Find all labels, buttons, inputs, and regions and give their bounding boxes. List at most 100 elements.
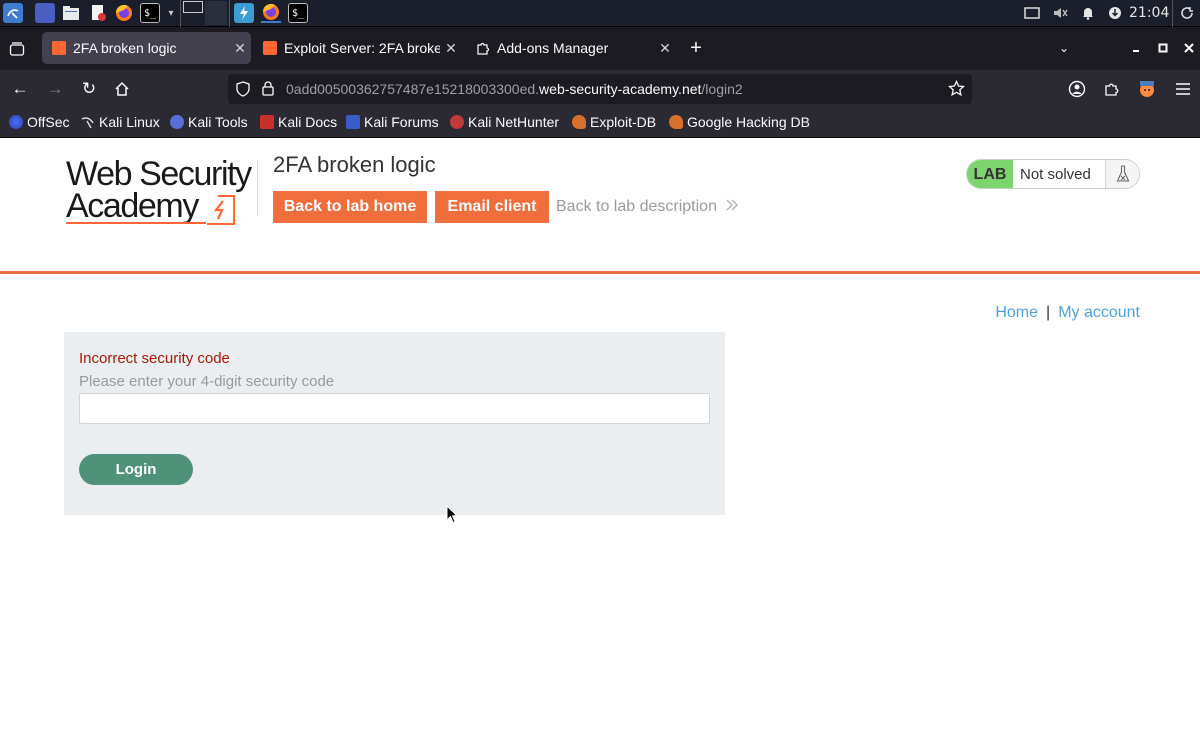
kali-menu-icon[interactable] [3,3,23,23]
security-code-label: Please enter your 4-digit security code [79,373,335,390]
exploit-db-icon [572,115,586,129]
volume-muted-icon[interactable] [1050,3,1070,23]
kali-dragon-icon [81,115,95,129]
tab-list-icon[interactable] [6,38,28,60]
back-arrow-icon[interactable]: ← [9,78,31,100]
lock-icon[interactable] [261,80,275,101]
notification-bell-icon[interactable] [1078,3,1098,23]
tab-overflow-chevron-icon[interactable]: ⌄ [1053,37,1075,59]
url-subdomain: 0add00500362757487e15218003300ed. [286,81,540,97]
kali-forums-icon [346,115,360,129]
burp-extension-icon[interactable] [1136,78,1158,100]
display-icon[interactable] [1022,3,1042,23]
chevron-down-icon[interactable]: ▾ [161,3,181,23]
security-code-input[interactable] [79,393,710,424]
offsec-icon [9,115,23,129]
bookmark-star-icon[interactable] [947,79,966,102]
terminal-window-icon[interactable]: $_ [288,3,308,23]
bookmark-kali-forums[interactable]: Kali Forums [346,114,439,130]
os-taskbar: $_ ▾ $_ 21:04 [0,0,1200,27]
bookmark-label: Kali Docs [278,114,338,130]
bookmark-exploit-db[interactable]: Exploit-DB [572,114,656,130]
tab-exploit-server[interactable]: Exploit Server: 2FA broken logic ✕ [253,32,462,64]
kali-docs-icon [260,115,274,129]
taskbar-divider [229,0,230,27]
bookmark-kali-linux[interactable]: Kali Linux [81,114,160,130]
bookmark-label: Kali Linux [99,114,160,130]
login-button[interactable]: Login [79,454,193,485]
text-editor-icon[interactable] [88,3,108,23]
tab-2fa-broken-logic[interactable]: 2FA broken logic ✕ [42,32,251,64]
lab-status-text: Not solved [1013,160,1105,188]
tracking-protection-shield-icon[interactable] [236,81,250,102]
bookmark-label: OffSec [27,114,70,130]
bookmark-kali-nethunter[interactable]: Kali NetHunter [450,114,559,130]
taskbar-divider [180,0,181,27]
bookmark-label: Kali Tools [188,114,248,130]
lab-status-widget: LAB Not solved [966,159,1140,189]
lab-tag: LAB [967,160,1013,188]
lab-title: 2FA broken logic [273,152,436,177]
workspace-1-icon[interactable] [183,1,203,13]
file-manager-icon[interactable] [61,3,81,23]
header-divider [257,160,258,216]
extensions-puzzle-icon[interactable] [1101,78,1123,100]
email-client-button[interactable]: Email client [435,191,549,223]
close-icon[interactable]: ✕ [440,40,462,57]
close-icon[interactable]: ✕ [654,40,676,57]
browser-tab-strip: 2FA broken logic ✕ Exploit Server: 2FA b… [0,27,1200,70]
bookmarks-toolbar: OffSec Kali Linux Kali Tools Kali Docs K… [0,108,1200,138]
error-message: Incorrect security code [79,350,230,367]
new-tab-plus-icon[interactable]: + [685,37,707,59]
account-circle-icon[interactable] [1066,78,1088,100]
kali-tools-icon [170,115,184,129]
account-navigation: Home | My account [995,304,1140,322]
back-to-lab-home-button[interactable]: Back to lab home [273,191,427,223]
firefox-icon[interactable] [114,3,134,23]
desktop-icon[interactable] [35,3,55,23]
url-host: web-security-academy.net [539,81,702,97]
minimize-window-icon[interactable] [1125,37,1147,59]
close-window-icon[interactable] [1178,37,1200,59]
power-icon[interactable] [1177,3,1197,23]
forward-arrow-icon[interactable]: → [44,78,66,100]
ghdb-icon [669,115,683,129]
firefox-window-icon[interactable] [261,3,281,23]
close-icon[interactable]: ✕ [229,40,251,57]
portswigger-favicon-icon [263,41,277,55]
maximize-window-icon[interactable] [1152,37,1174,59]
nav-separator: | [1046,304,1051,321]
url-path: /login2 [701,81,743,97]
back-to-lab-description-link[interactable]: Back to lab description [556,198,739,216]
flask-icon [1105,160,1139,188]
burp-icon[interactable] [234,3,254,23]
my-account-link[interactable]: My account [1058,304,1140,321]
url-text[interactable]: 0add00500362757487e15218003300ed.web-sec… [286,81,743,97]
double-chevron-right-icon [726,199,739,211]
bookmark-kali-tools[interactable]: Kali Tools [170,114,248,130]
update-icon[interactable] [1105,3,1125,23]
logo-underline [66,222,206,224]
home-icon[interactable] [111,78,133,100]
terminal-icon[interactable]: $_ [140,3,160,23]
bookmark-offsec[interactable]: OffSec [9,114,70,130]
puzzle-piece-icon [476,41,490,55]
logo-lightning-icon [207,195,235,225]
workspace-2-icon[interactable] [205,1,227,25]
clock[interactable]: 21:04 [1129,5,1169,21]
home-link[interactable]: Home [995,304,1038,321]
bookmark-label: Kali NetHunter [468,114,560,130]
bookmark-kali-docs[interactable]: Kali Docs [260,114,337,130]
browser-navigation-bar: ← → ↻ 0add00500362757487e15218003300ed.w… [0,70,1200,108]
bookmark-label: Google Hacking DB [687,114,810,130]
taskbar-divider [1172,0,1173,27]
bookmark-label: Kali Forums [364,114,439,130]
hamburger-menu-icon[interactable] [1172,78,1194,100]
tab-title: Exploit Server: 2FA broken logic [284,40,440,56]
bookmark-google-hacking-db[interactable]: Google Hacking DB [669,114,810,130]
address-bar[interactable]: 0add00500362757487e15218003300ed.web-sec… [228,74,972,104]
reload-icon[interactable]: ↻ [78,78,100,100]
tab-add-ons-manager[interactable]: Add-ons Manager ✕ [466,32,676,64]
header-divider-rule [0,271,1200,274]
web-security-academy-logo[interactable]: Web Security Academy [66,156,256,226]
